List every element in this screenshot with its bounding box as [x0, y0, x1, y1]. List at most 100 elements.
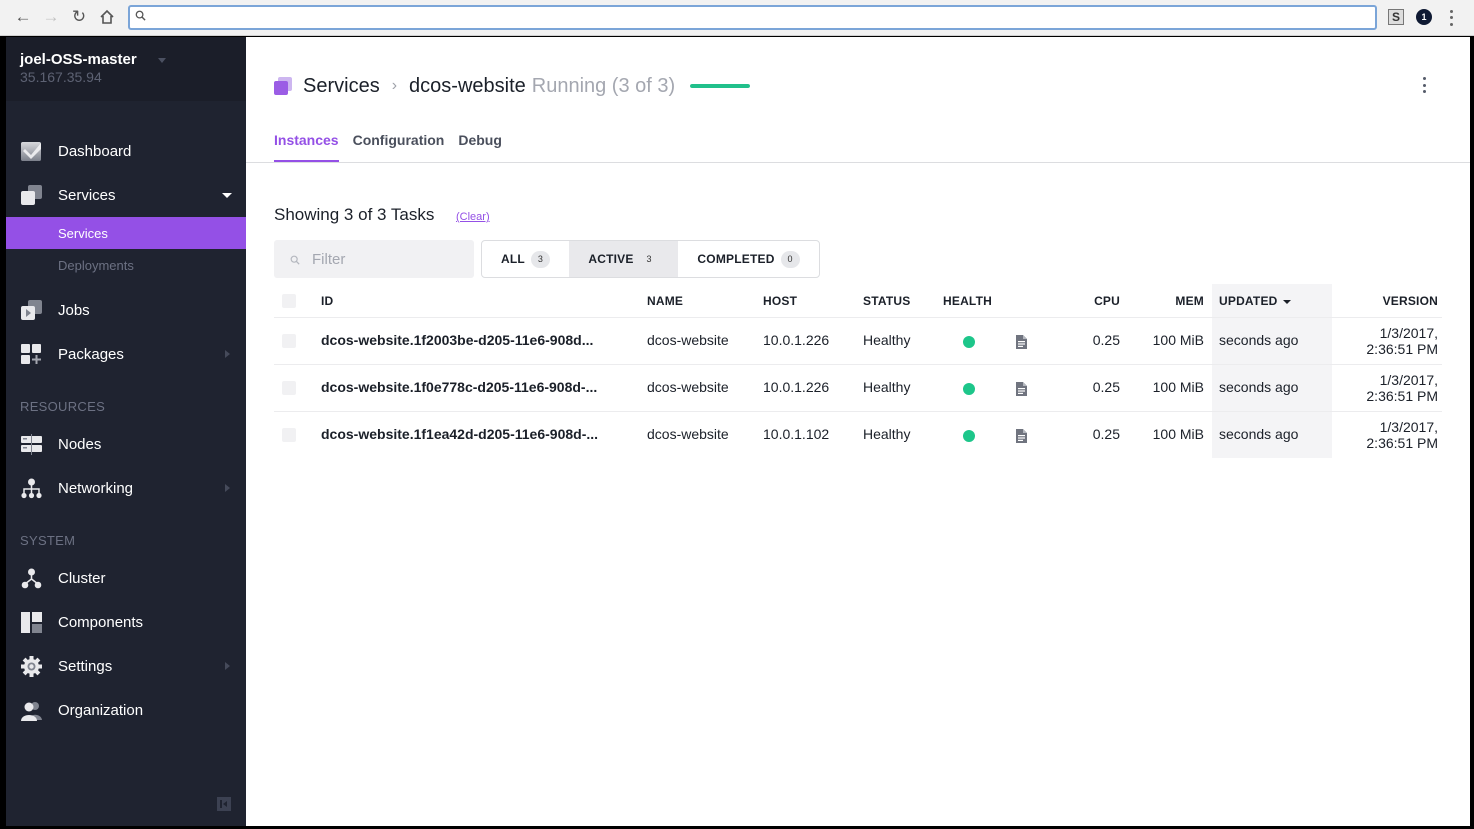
task-version-date: 1/3/2017, — [1379, 372, 1438, 388]
nodes-icon — [21, 434, 42, 455]
cluster-switcher[interactable]: joel-OSS-master 35.167.35.94 — [6, 37, 246, 101]
sidebar-subitem-label: Deployments — [58, 257, 134, 273]
sidebar-item-dashboard[interactable]: Dashboard — [6, 133, 246, 169]
home-icon[interactable] — [96, 6, 118, 28]
s-extension-icon[interactable]: S — [1388, 9, 1404, 25]
task-mem: 100 MiB — [1152, 379, 1204, 395]
health-healthy-icon — [963, 336, 975, 348]
sidebar-item-packages[interactable]: Packages — [6, 336, 246, 372]
logs-file-icon[interactable] — [1016, 382, 1027, 396]
sidebar-item-label: Organization — [58, 701, 144, 719]
filter-completed-button[interactable]: COMPLETED 0 — [678, 241, 819, 277]
sidebar-item-label: Nodes — [58, 435, 102, 453]
browser-toolbar: ← → ↻ S 1 — [0, 0, 1474, 36]
filter-completed-label: COMPLETED — [697, 252, 775, 266]
sidebar-item-components[interactable]: Components — [6, 604, 246, 640]
sidebar-subitem-services[interactable]: Services — [6, 217, 246, 249]
filter-all-count: 3 — [530, 250, 550, 268]
filter-all-button[interactable]: ALL 3 — [482, 241, 569, 277]
row-checkbox[interactable] — [282, 428, 296, 442]
row-checkbox[interactable] — [282, 334, 296, 348]
sidebar-subitem-deployments[interactable]: Deployments — [6, 249, 246, 281]
cluster-ip: 35.167.35.94 — [20, 69, 102, 85]
column-header-mem[interactable]: MEM — [1175, 294, 1204, 308]
sidebar-item-label: Components — [58, 613, 144, 631]
filter-active-button[interactable]: ACTIVE 3 — [569, 241, 678, 277]
cluster-name: joel-OSS-master — [20, 51, 137, 68]
sidebar-item-networking[interactable]: Networking — [6, 470, 246, 506]
forward-icon[interactable]: → — [40, 6, 62, 28]
logs-file-icon[interactable] — [1016, 335, 1027, 349]
sidebar: joel-OSS-master 35.167.35.94 Dashboard S… — [6, 37, 246, 826]
task-state-filter: ALL 3 ACTIVE 3 COMPLETED 0 — [481, 240, 820, 278]
sidebar-item-services[interactable]: Services — [6, 177, 246, 213]
task-updated: seconds ago — [1219, 426, 1299, 442]
tasks-count-heading: Showing 3 of 3 Tasks — [274, 205, 435, 224]
filter-input[interactable] — [312, 240, 467, 278]
sidebar-item-jobs[interactable]: Jobs — [6, 292, 246, 328]
column-header-updated-label: UPDATED — [1219, 294, 1278, 308]
address-bar[interactable] — [128, 5, 1377, 30]
task-mem: 100 MiB — [1152, 332, 1204, 348]
select-all-checkbox[interactable] — [282, 294, 296, 308]
task-version: 1/3/2017, 2:36:51 PM — [1366, 372, 1438, 404]
sidebar-item-settings[interactable]: Settings — [6, 648, 246, 684]
task-name: dcos-website — [647, 426, 729, 442]
search-icon — [290, 255, 300, 265]
networking-icon — [21, 478, 42, 499]
reload-icon[interactable]: ↻ — [68, 6, 90, 28]
table-header-row: ID NAME HOST STATUS HEALTH CPU MEM UPDAT… — [274, 284, 1442, 318]
column-header-health[interactable]: HEALTH — [943, 294, 992, 308]
column-header-id[interactable]: ID — [321, 294, 633, 308]
task-id-link[interactable]: dcos-website.1f1ea42d-d205-11e6-908d-... — [321, 426, 633, 442]
row-checkbox[interactable] — [282, 381, 296, 395]
cluster-icon — [21, 568, 42, 589]
logs-file-icon[interactable] — [1016, 429, 1027, 443]
tab-configuration[interactable]: Configuration — [353, 132, 445, 162]
column-header-host[interactable]: HOST — [763, 294, 797, 308]
column-header-updated[interactable]: UPDATED — [1219, 294, 1291, 308]
filter-completed-count: 0 — [780, 250, 800, 268]
filter-all-label: ALL — [501, 252, 525, 266]
filter-active-label: ACTIVE — [588, 252, 634, 266]
task-mem: 100 MiB — [1152, 426, 1204, 442]
tab-debug[interactable]: Debug — [458, 132, 502, 162]
task-host: 10.0.1.102 — [763, 426, 830, 442]
sidebar-item-organization[interactable]: Organization — [6, 692, 246, 728]
back-icon[interactable]: ← — [12, 6, 34, 28]
column-header-cpu[interactable]: CPU — [1094, 294, 1120, 308]
sidebar-item-label: Networking — [58, 479, 134, 497]
sidebar-item-label: Dashboard — [58, 142, 132, 160]
task-version-time: 2:36:51 PM — [1366, 435, 1438, 451]
browser-menu-icon[interactable] — [1446, 8, 1456, 28]
sidebar-item-nodes[interactable]: Nodes — [6, 426, 246, 462]
task-id-link[interactable]: dcos-website.1f2003be-d205-11e6-908d... — [321, 332, 633, 348]
breadcrumb-service-name[interactable]: dcos-website — [409, 75, 526, 98]
task-status: Healthy — [863, 426, 911, 442]
sidebar-item-label: Settings — [58, 657, 113, 675]
column-header-name[interactable]: NAME — [647, 294, 683, 308]
task-id-link[interactable]: dcos-website.1f0e778c-d205-11e6-908d-... — [321, 379, 633, 395]
health-healthy-icon — [963, 383, 975, 395]
badge-extension-icon[interactable]: 1 — [1416, 9, 1432, 25]
chevron-down-icon — [158, 58, 166, 63]
chevron-right-icon — [225, 350, 230, 358]
task-updated: seconds ago — [1219, 332, 1299, 348]
collapse-sidebar-button[interactable] — [217, 797, 231, 811]
app-window: joel-OSS-master 35.167.35.94 Dashboard S… — [6, 37, 1470, 826]
clear-filter-link[interactable]: (Clear) — [456, 211, 490, 223]
sidebar-item-cluster[interactable]: Cluster — [6, 560, 246, 596]
column-header-version[interactable]: VERSION — [1383, 294, 1438, 308]
breadcrumb-services[interactable]: Services — [303, 75, 380, 98]
sidebar-subitem-label: Services — [58, 225, 108, 241]
task-version: 1/3/2017, 2:36:51 PM — [1366, 325, 1438, 357]
jobs-icon — [21, 300, 42, 320]
tab-instances[interactable]: Instances — [274, 132, 339, 162]
tab-divider — [246, 162, 1470, 163]
organization-icon — [21, 702, 42, 721]
column-header-status[interactable]: STATUS — [863, 294, 910, 308]
settings-icon — [21, 656, 42, 677]
filter-field[interactable] — [274, 240, 474, 278]
more-options-icon[interactable] — [1419, 77, 1429, 93]
task-cpu: 0.25 — [1092, 379, 1120, 395]
